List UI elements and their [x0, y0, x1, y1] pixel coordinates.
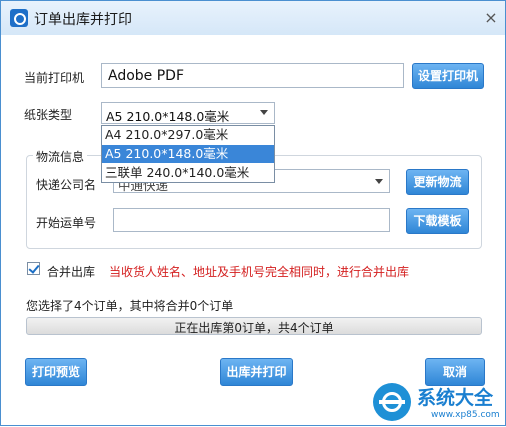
paper-option-a4[interactable]: A4 210.0*297.0毫米	[102, 126, 274, 144]
tracking-number-label: 开始运单号	[36, 216, 97, 230]
progress-text: 正在出库第0订单，共4个订单	[174, 321, 334, 335]
courier-company-label: 快递公司名	[36, 178, 97, 192]
selection-summary: 您选择了4个订单，其中将合并0个订单	[26, 299, 234, 313]
watermark: 系统大全 www.xp85.com	[371, 381, 506, 427]
watermark-url: www.xp85.com	[431, 410, 500, 420]
printer-label: 当前打印机	[24, 71, 85, 85]
progress-bar: 正在出库第0订单，共4个订单	[26, 317, 482, 335]
merge-hint: 当收货人姓名、地址及手机号完全相同时，进行合并出库	[109, 265, 410, 279]
printer-value: Adobe PDF	[108, 68, 185, 84]
app-icon	[10, 9, 28, 27]
chevron-down-icon[interactable]	[375, 179, 383, 184]
close-icon[interactable]: ×	[483, 8, 499, 27]
dialog-title: 订单出库并打印	[34, 12, 132, 28]
watermark-logo-icon	[373, 383, 411, 421]
logistics-group-title: 物流信息	[33, 148, 88, 165]
watermark-text: 系统大全	[417, 387, 494, 409]
merge-label: 合并出库	[47, 265, 96, 279]
paper-type-select[interactable]: A5 210.0*148.0毫米	[101, 102, 275, 124]
setup-printer-button[interactable]: 设置打印机	[412, 63, 484, 89]
ship-and-print-button[interactable]: 出库并打印	[220, 358, 293, 386]
print-preview-button[interactable]: 打印预览	[25, 358, 87, 386]
tracking-number-input[interactable]	[113, 208, 390, 232]
update-logistics-button[interactable]: 更新物流	[406, 169, 469, 195]
paper-option-triplicate[interactable]: 三联单 240.0*140.0毫米	[102, 164, 274, 182]
title-bar[interactable]: 订单出库并打印 ×	[1, 1, 505, 35]
dialog-window: 订单出库并打印 × 当前打印机 Adobe PDF 设置打印机 纸张类型 A5 …	[0, 0, 506, 426]
paper-type-label: 纸张类型	[24, 108, 73, 122]
chevron-down-icon[interactable]	[260, 110, 268, 115]
paper-type-dropdown-list[interactable]: A4 210.0*297.0毫米 A5 210.0*148.0毫米 三联单 24…	[101, 125, 275, 183]
paper-type-value: A5 210.0*148.0毫米	[106, 109, 230, 124]
printer-field[interactable]: Adobe PDF	[101, 63, 404, 88]
paper-option-a5[interactable]: A5 210.0*148.0毫米	[102, 145, 274, 163]
merge-checkbox[interactable]	[27, 262, 40, 275]
download-template-button[interactable]: 下载模板	[406, 208, 469, 234]
